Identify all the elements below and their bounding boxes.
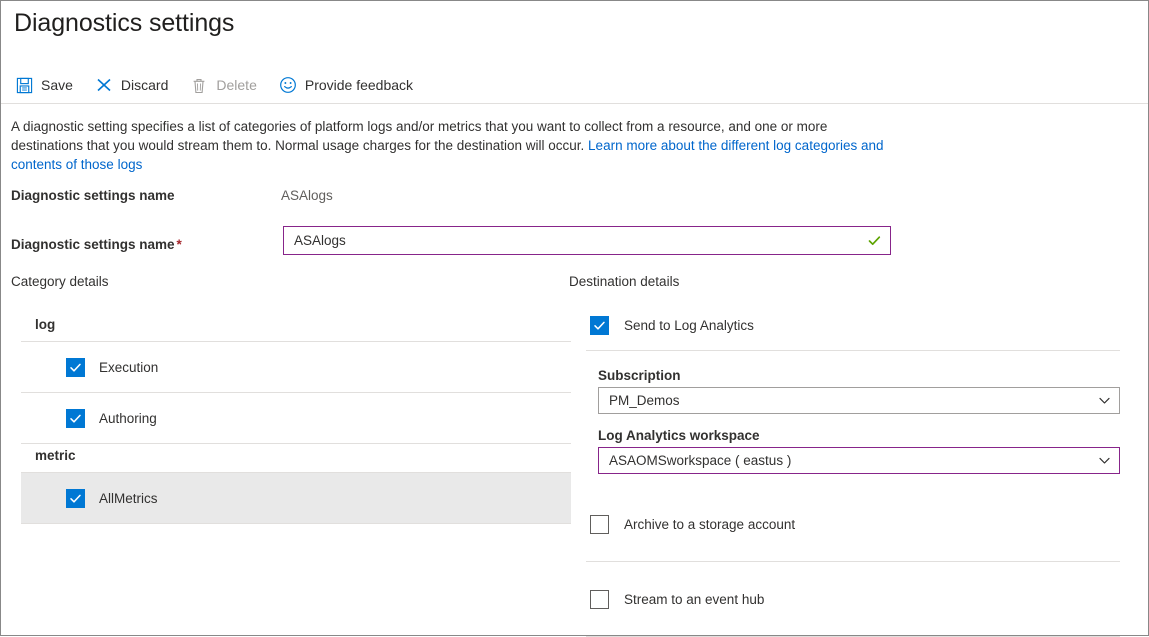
workspace-field-block: Log Analytics workspace ASAOMSworkspace … xyxy=(586,428,1120,474)
checkbox-stream-to-event-hub[interactable] xyxy=(590,590,609,609)
category-label-authoring: Authoring xyxy=(99,411,157,426)
category-details-list: log Execution Authoring metric xyxy=(21,313,571,524)
diagnostic-settings-name-label: Diagnostic settings name* xyxy=(11,237,182,252)
green-check-icon xyxy=(866,233,882,249)
command-bar-divider xyxy=(1,103,1148,104)
page-title: Diagnostics settings xyxy=(14,6,234,40)
provide-feedback-button[interactable]: Provide feedback xyxy=(277,69,423,101)
destination-row-log-analytics[interactable]: Send to Log Analytics xyxy=(586,309,1120,341)
category-row-execution[interactable]: Execution xyxy=(21,342,571,392)
category-label-execution: Execution xyxy=(99,360,158,375)
workspace-label: Log Analytics workspace xyxy=(598,428,1120,443)
delete-icon xyxy=(190,76,208,94)
required-asterisk: * xyxy=(177,237,182,252)
save-icon xyxy=(15,76,33,94)
divider xyxy=(21,523,571,524)
category-details-heading: Category details xyxy=(11,274,109,289)
discard-icon xyxy=(95,76,113,94)
subscription-dropdown[interactable]: PM_Demos xyxy=(598,387,1120,414)
save-button[interactable]: Save xyxy=(13,69,83,101)
diagnostic-settings-name-field[interactable] xyxy=(283,226,891,255)
diagnostic-settings-name-readonly-row: Diagnostic settings name ASAlogs xyxy=(11,188,911,208)
diagnostics-settings-page: Diagnostics settings Save xyxy=(0,0,1149,636)
destination-row-event-hub[interactable]: Stream to an event hub xyxy=(586,583,1120,615)
category-row-allmetrics[interactable]: AllMetrics xyxy=(21,473,571,523)
delete-button: Delete xyxy=(188,69,266,101)
diagnostic-settings-name-input[interactable] xyxy=(294,227,866,254)
checkbox-authoring[interactable] xyxy=(66,409,85,428)
destination-details-list: Send to Log Analytics Subscription PM_De… xyxy=(586,309,1120,637)
workspace-dropdown[interactable]: ASAOMSworkspace ( eastus ) xyxy=(598,447,1120,474)
diagnostic-settings-name-readonly-label: Diagnostic settings name xyxy=(11,188,175,203)
checkbox-send-to-log-analytics[interactable] xyxy=(590,316,609,335)
category-row-authoring[interactable]: Authoring xyxy=(21,393,571,443)
divider xyxy=(586,561,1120,562)
destination-label-event-hub: Stream to an event hub xyxy=(624,592,764,607)
diagnostic-settings-name-readonly-value: ASAlogs xyxy=(281,188,333,203)
checkbox-execution[interactable] xyxy=(66,358,85,377)
destination-details-heading: Destination details xyxy=(569,274,679,289)
description-text: A diagnostic setting specifies a list of… xyxy=(11,117,896,174)
category-label-allmetrics: AllMetrics xyxy=(99,491,158,506)
chevron-down-icon xyxy=(1097,394,1111,408)
category-group-log-label: log xyxy=(21,313,571,341)
discard-button[interactable]: Discard xyxy=(93,69,178,101)
diagnostic-settings-name-row: Diagnostic settings name* xyxy=(11,231,911,261)
destination-row-storage-account[interactable]: Archive to a storage account xyxy=(586,508,1120,540)
provide-feedback-button-label: Provide feedback xyxy=(305,76,413,94)
subscription-selected-value: PM_Demos xyxy=(609,393,1097,408)
subscription-label: Subscription xyxy=(598,368,1120,383)
save-button-label: Save xyxy=(41,76,73,94)
checkbox-allmetrics[interactable] xyxy=(66,489,85,508)
discard-button-label: Discard xyxy=(121,76,168,94)
category-group-metric-label: metric xyxy=(21,444,571,472)
destination-label-storage-account: Archive to a storage account xyxy=(624,517,795,532)
chevron-down-icon xyxy=(1097,454,1111,468)
feedback-icon xyxy=(279,76,297,94)
checkbox-archive-to-storage-account[interactable] xyxy=(590,515,609,534)
workspace-selected-value: ASAOMSworkspace ( eastus ) xyxy=(609,453,1097,468)
delete-button-label: Delete xyxy=(216,76,256,94)
destination-label-log-analytics: Send to Log Analytics xyxy=(624,318,754,333)
subscription-field-block: Subscription PM_Demos xyxy=(586,368,1120,414)
diagnostic-settings-name-label-text: Diagnostic settings name xyxy=(11,237,175,252)
command-bar: Save Discard Delete xyxy=(1,67,1148,103)
divider xyxy=(586,350,1120,351)
